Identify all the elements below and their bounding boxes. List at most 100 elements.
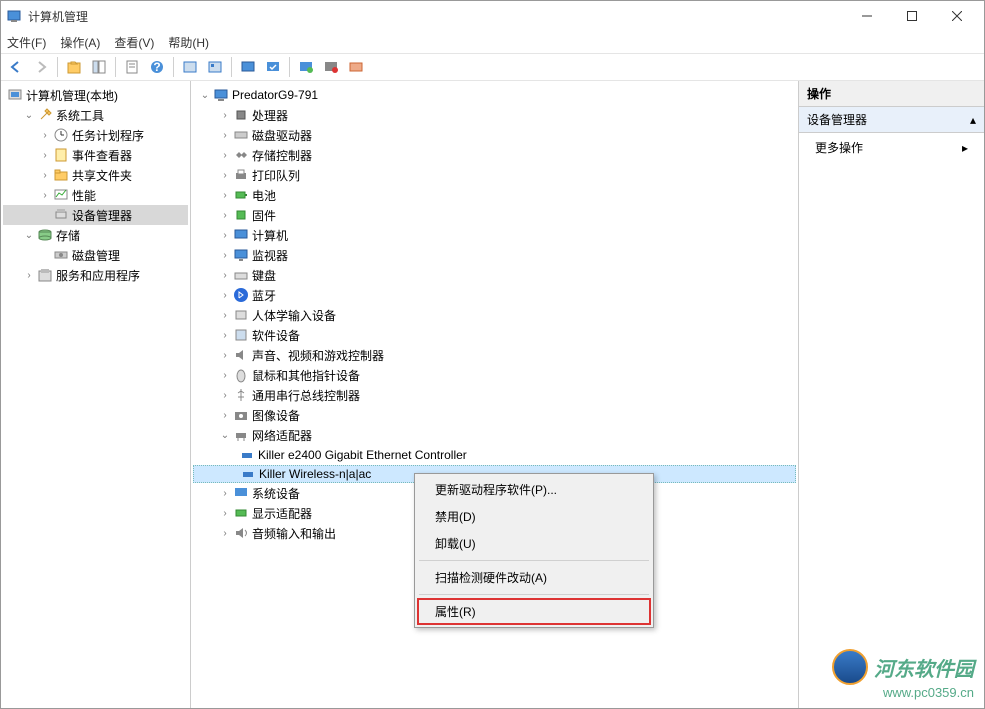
expand-icon[interactable]: › [219,527,231,539]
device-computer[interactable]: ⌄PredatorG9-791 [193,85,796,105]
expand-icon[interactable]: › [219,269,231,281]
tree-root[interactable]: 计算机管理(本地) [3,85,188,105]
window-title: 计算机管理 [28,8,844,25]
actions-section[interactable]: 设备管理器 ▴ [799,107,984,133]
expand-icon[interactable]: › [39,169,51,181]
expand-icon[interactable]: › [39,189,51,201]
tree-device-manager[interactable]: 设备管理器 [3,205,188,225]
tree-performance[interactable]: › 性能 [3,185,188,205]
menu-uninstall[interactable]: 卸载(U) [417,530,651,557]
expand-icon[interactable]: › [219,507,231,519]
tree-task-scheduler[interactable]: › 任务计划程序 [3,125,188,145]
expand-icon[interactable]: › [219,169,231,181]
expand-icon[interactable]: › [219,109,231,121]
device-label: 网络适配器 [252,427,312,444]
forward-button[interactable] [30,56,52,78]
device-cpu[interactable]: ›处理器 [193,105,796,125]
device-keyboard[interactable]: ›键盘 [193,265,796,285]
device-firmware[interactable]: ›固件 [193,205,796,225]
expand-icon[interactable]: › [219,289,231,301]
expand-icon[interactable]: › [219,209,231,221]
toolbar-icon[interactable] [262,56,284,78]
scan-hardware-button[interactable] [295,56,317,78]
battery-icon [233,187,249,203]
expand-icon[interactable]: › [219,189,231,201]
menu-file[interactable]: 文件(F) [7,34,46,51]
collapse-icon[interactable]: ⌄ [23,109,35,121]
tree-storage[interactable]: ⌄ 存储 [3,225,188,245]
menu-action[interactable]: 操作(A) [60,34,100,51]
mouse-icon [233,367,249,383]
up-button[interactable] [63,56,85,78]
tree-system-tools[interactable]: ⌄ 系统工具 [3,105,188,125]
device-diskdrive[interactable]: ›磁盘驱动器 [193,125,796,145]
device-bluetooth[interactable]: ›蓝牙 [193,285,796,305]
back-button[interactable] [5,56,27,78]
title-bar: 计算机管理 [1,1,984,31]
device-hid[interactable]: ›人体学输入设备 [193,305,796,325]
menu-update-driver[interactable]: 更新驱动程序软件(P)... [417,476,651,503]
expand-icon[interactable]: › [219,369,231,381]
expand-icon[interactable]: › [219,389,231,401]
device-network-adapter-1[interactable]: Killer e2400 Gigabit Ethernet Controller [193,445,796,465]
menu-bar: 文件(F) 操作(A) 查看(V) 帮助(H) [1,31,984,53]
menu-disable[interactable]: 禁用(D) [417,503,651,530]
expand-icon[interactable]: › [219,329,231,341]
uninstall-button[interactable] [320,56,342,78]
expand-icon[interactable]: › [219,409,231,421]
device-battery[interactable]: ›电池 [193,185,796,205]
device-sound[interactable]: ›声音、视频和游戏控制器 [193,345,796,365]
device-print-queue[interactable]: ›打印队列 [193,165,796,185]
expand-icon[interactable]: › [39,129,51,141]
tree-event-viewer[interactable]: › 事件查看器 [3,145,188,165]
device-label: 计算机 [252,227,288,244]
device-label: 音频输入和输出 [252,525,336,542]
menu-view[interactable]: 查看(V) [114,34,154,51]
tree-disk-mgmt[interactable]: 磁盘管理 [3,245,188,265]
device-mouse[interactable]: ›鼠标和其他指针设备 [193,365,796,385]
properties-button[interactable] [121,56,143,78]
expand-icon[interactable]: › [219,129,231,141]
menu-properties[interactable]: 属性(R) [417,598,651,625]
menu-help[interactable]: 帮助(H) [168,34,209,51]
device-usb[interactable]: › 通用串行总线控制器 [193,385,796,405]
storage-icon [37,227,53,243]
perf-icon [53,187,69,203]
expand-icon[interactable]: › [219,349,231,361]
expand-icon[interactable]: › [219,487,231,499]
expand-icon[interactable]: › [39,149,51,161]
device-monitor[interactable]: ›监视器 [193,245,796,265]
expand-icon[interactable]: › [219,249,231,261]
device-label: 显示适配器 [252,505,312,522]
more-actions[interactable]: 更多操作 ▸ [799,133,984,162]
collapse-icon[interactable]: ⌄ [199,89,211,101]
camera-icon [233,407,249,423]
close-button[interactable] [934,1,979,31]
collapse-icon[interactable]: ⌄ [219,429,231,441]
toolbar-icon[interactable] [204,56,226,78]
collapse-icon[interactable]: ⌄ [23,229,35,241]
event-icon [53,147,69,163]
menu-scan-hardware[interactable]: 扫描检测硬件改动(A) [417,564,651,591]
collapse-icon[interactable]: ▴ [970,113,976,127]
maximize-button[interactable] [889,1,934,31]
tree-services[interactable]: › 服务和应用程序 [3,265,188,285]
disable-button[interactable] [345,56,367,78]
toolbar-icon[interactable] [179,56,201,78]
expand-icon[interactable]: › [219,149,231,161]
toolbar-icon[interactable] [237,56,259,78]
device-software[interactable]: ›软件设备 [193,325,796,345]
help-button[interactable]: ? [146,56,168,78]
tree-shared-folders[interactable]: › 共享文件夹 [3,165,188,185]
device-computers[interactable]: › 计算机 [193,225,796,245]
minimize-button[interactable] [844,1,889,31]
expand-icon[interactable]: › [23,269,35,281]
device-label: 通用串行总线控制器 [252,387,360,404]
show-hide-tree-button[interactable] [88,56,110,78]
device-network[interactable]: ⌄ 网络适配器 [193,425,796,445]
expand-icon[interactable]: › [219,309,231,321]
expand-icon[interactable]: › [219,229,231,241]
device-imaging[interactable]: ›图像设备 [193,405,796,425]
hid-icon [233,307,249,323]
device-storage-controller[interactable]: ›存储控制器 [193,145,796,165]
